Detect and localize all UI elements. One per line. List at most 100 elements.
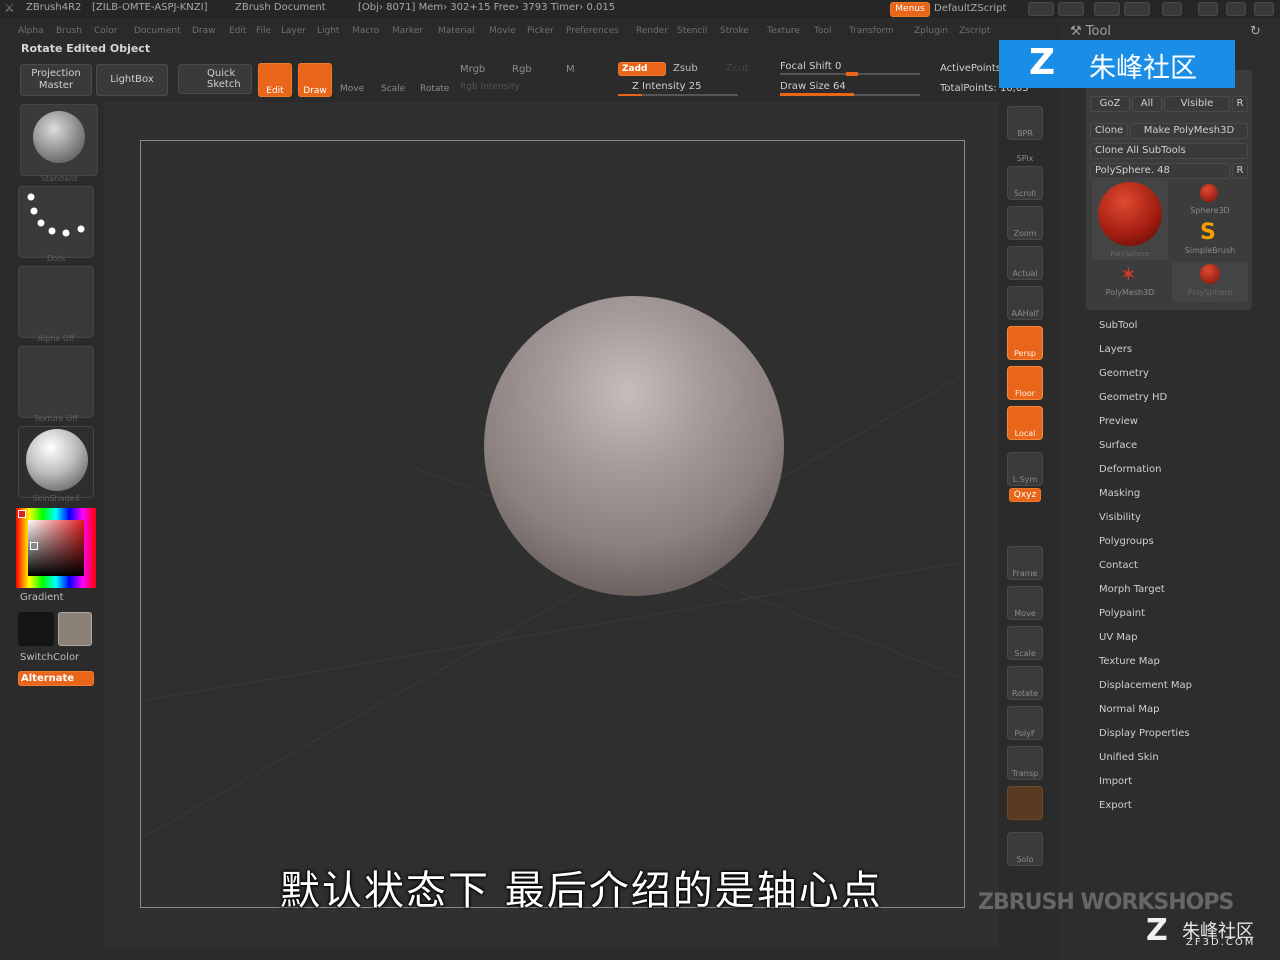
menu-item-texture[interactable]: Texture (767, 26, 800, 36)
shelf-solo-button[interactable]: Solo (1007, 832, 1043, 866)
main-color-swatch[interactable] (18, 612, 54, 646)
shelf-zoom-button[interactable]: Zoom (1007, 206, 1043, 240)
goz-button[interactable]: GoZ (1090, 96, 1130, 112)
gradient-toggle[interactable]: Gradient (20, 592, 64, 603)
zadd-button[interactable]: Zadd (618, 62, 666, 76)
focal-shift-slider[interactable]: Focal Shift 0 (780, 61, 841, 72)
clone-button[interactable]: Clone (1090, 123, 1128, 139)
shelf-scroll-button[interactable]: Scroll (1007, 166, 1043, 200)
all-button[interactable]: All (1132, 96, 1162, 112)
window-layout-icon-2[interactable] (1058, 2, 1084, 16)
refresh-icon[interactable]: ↻ (1250, 24, 1261, 39)
tool-menu-visibility[interactable]: Visibility (1099, 512, 1141, 523)
shelf-actual-button[interactable]: Actual (1007, 246, 1043, 280)
menu-item-color[interactable]: Color (94, 26, 118, 36)
shelf-aahalf-button[interactable]: AAHalf (1007, 286, 1043, 320)
shelf-polyf-button[interactable]: PolyF (1007, 706, 1043, 740)
tool-menu-polypaint[interactable]: Polypaint (1099, 608, 1145, 619)
layout-icon[interactable] (1124, 2, 1150, 16)
tool-menu-uv-map[interactable]: UV Map (1099, 632, 1137, 643)
tool-menu-surface[interactable]: Surface (1099, 440, 1137, 451)
tool-menu-geometry[interactable]: Geometry (1099, 368, 1149, 379)
tool-menu-normal-map[interactable]: Normal Map (1099, 704, 1159, 715)
tool-menu-geometry-hd[interactable]: Geometry HD (1099, 392, 1167, 403)
projection-master-button[interactable]: Projection Master (20, 64, 92, 96)
tool-menu-layers[interactable]: Layers (1099, 344, 1132, 355)
tool-thumb-polysphere-2[interactable]: PolySphere (1172, 262, 1248, 302)
menu-item-tool[interactable]: Tool (814, 26, 831, 36)
menu-item-zplugin[interactable]: Zplugin (914, 26, 948, 36)
menu-item-draw[interactable]: Draw (192, 26, 216, 36)
switch-color-button[interactable]: SwitchColor (20, 652, 79, 663)
tool-menu-import[interactable]: Import (1099, 776, 1132, 787)
rotate-mode-button[interactable]: Rotate (420, 84, 449, 94)
menu-item-macro[interactable]: Macro (352, 26, 379, 36)
menu-item-transform[interactable]: Transform (849, 26, 894, 36)
lock-icon[interactable] (1162, 2, 1182, 16)
zcut-button[interactable]: Zcut (726, 63, 749, 74)
material-selector[interactable] (18, 426, 94, 498)
shelf-move-button[interactable]: Move (1007, 586, 1043, 620)
shelf-transp-button[interactable]: Transp (1007, 746, 1043, 780)
tool-menu-unified-skin[interactable]: Unified Skin (1099, 752, 1159, 763)
shelf-frame-button[interactable]: Frame (1007, 546, 1043, 580)
shelf-lsym-button[interactable]: L.Sym (1007, 452, 1043, 486)
r-button-2[interactable]: R (1232, 163, 1248, 179)
quick-sketch-button[interactable]: Quick Sketch (178, 64, 252, 94)
preferences-icon[interactable] (1094, 2, 1120, 16)
polysphere-model[interactable] (484, 296, 784, 596)
menu-item-preferences[interactable]: Preferences (566, 26, 619, 36)
restore-icon[interactable] (1226, 2, 1246, 16)
shelf-spix-button[interactable]: SPix (1007, 146, 1043, 164)
tool-thumb-sphere3d[interactable]: Sphere3D (1172, 180, 1248, 220)
visible-button[interactable]: Visible (1164, 96, 1230, 112)
shelf-rotate-button[interactable]: Rotate (1007, 666, 1043, 700)
tool-menu-export[interactable]: Export (1099, 800, 1132, 811)
tool-menu-displacement-map[interactable]: Displacement Map (1099, 680, 1192, 691)
close-icon[interactable] (1254, 2, 1274, 16)
menu-item-document[interactable]: Document (134, 26, 181, 36)
minimize-icon[interactable] (1198, 2, 1218, 16)
secondary-color-swatch[interactable] (58, 612, 92, 646)
tool-menu-deformation[interactable]: Deformation (1099, 464, 1161, 475)
color-picker[interactable] (16, 508, 96, 588)
brush-selector[interactable] (20, 104, 98, 176)
menu-item-brush[interactable]: Brush (56, 26, 82, 36)
texture-selector[interactable] (18, 346, 94, 418)
menu-item-file[interactable]: File (256, 26, 271, 36)
mrgb-button[interactable]: Mrgb (460, 64, 485, 75)
scale-mode-button[interactable]: Scale (381, 84, 405, 94)
menu-item-layer[interactable]: Layer (281, 26, 306, 36)
tool-menu-display-properties[interactable]: Display Properties (1099, 728, 1190, 739)
tool-thumb-polysphere[interactable]: PolySphere (1092, 180, 1168, 260)
menu-item-stroke[interactable]: Stroke (720, 26, 749, 36)
menu-item-edit[interactable]: Edit (229, 26, 246, 36)
stroke-selector[interactable] (18, 186, 94, 258)
current-tool-slider[interactable]: PolySphere. 48 (1090, 163, 1230, 179)
menu-item-movie[interactable]: Movie (489, 26, 516, 36)
menu-item-alpha[interactable]: Alpha (18, 26, 44, 36)
lightbox-button[interactable]: LightBox (96, 64, 168, 96)
draw-mode-button[interactable]: Draw (298, 63, 332, 97)
menu-item-stencil[interactable]: Stencil (677, 26, 707, 36)
shelf-bpr-button[interactable]: BPR (1007, 106, 1043, 140)
tool-menu-contact[interactable]: Contact (1099, 560, 1138, 571)
default-zscript-button[interactable]: DefaultZScript (934, 3, 1006, 14)
window-layout-icon[interactable] (1028, 2, 1054, 16)
menu-item-material[interactable]: Material (438, 26, 475, 36)
m-button[interactable]: M (566, 64, 575, 75)
rgb-intensity-slider[interactable]: Rgb Intensity (460, 82, 520, 92)
zsub-button[interactable]: Zsub (673, 63, 698, 74)
edit-mode-button[interactable]: Edit (258, 63, 292, 97)
draw-size-slider[interactable]: Draw Size 64 (780, 81, 846, 92)
tool-menu-morph-target[interactable]: Morph Target (1099, 584, 1165, 595)
move-mode-button[interactable]: Move (340, 84, 364, 94)
tool-menu-subtool[interactable]: SubTool (1099, 320, 1137, 331)
shelf-floor-button[interactable]: Floor (1007, 366, 1043, 400)
menu-item-marker[interactable]: Marker (392, 26, 423, 36)
xyz-symmetry-button[interactable]: Qxyz (1009, 488, 1041, 502)
make-polymesh-button[interactable]: Make PolyMesh3D (1130, 123, 1248, 139)
rgb-button[interactable]: Rgb (512, 64, 532, 75)
menu-item-zscript[interactable]: Zscript (959, 26, 990, 36)
shelf-persp-button[interactable]: Persp (1007, 326, 1043, 360)
